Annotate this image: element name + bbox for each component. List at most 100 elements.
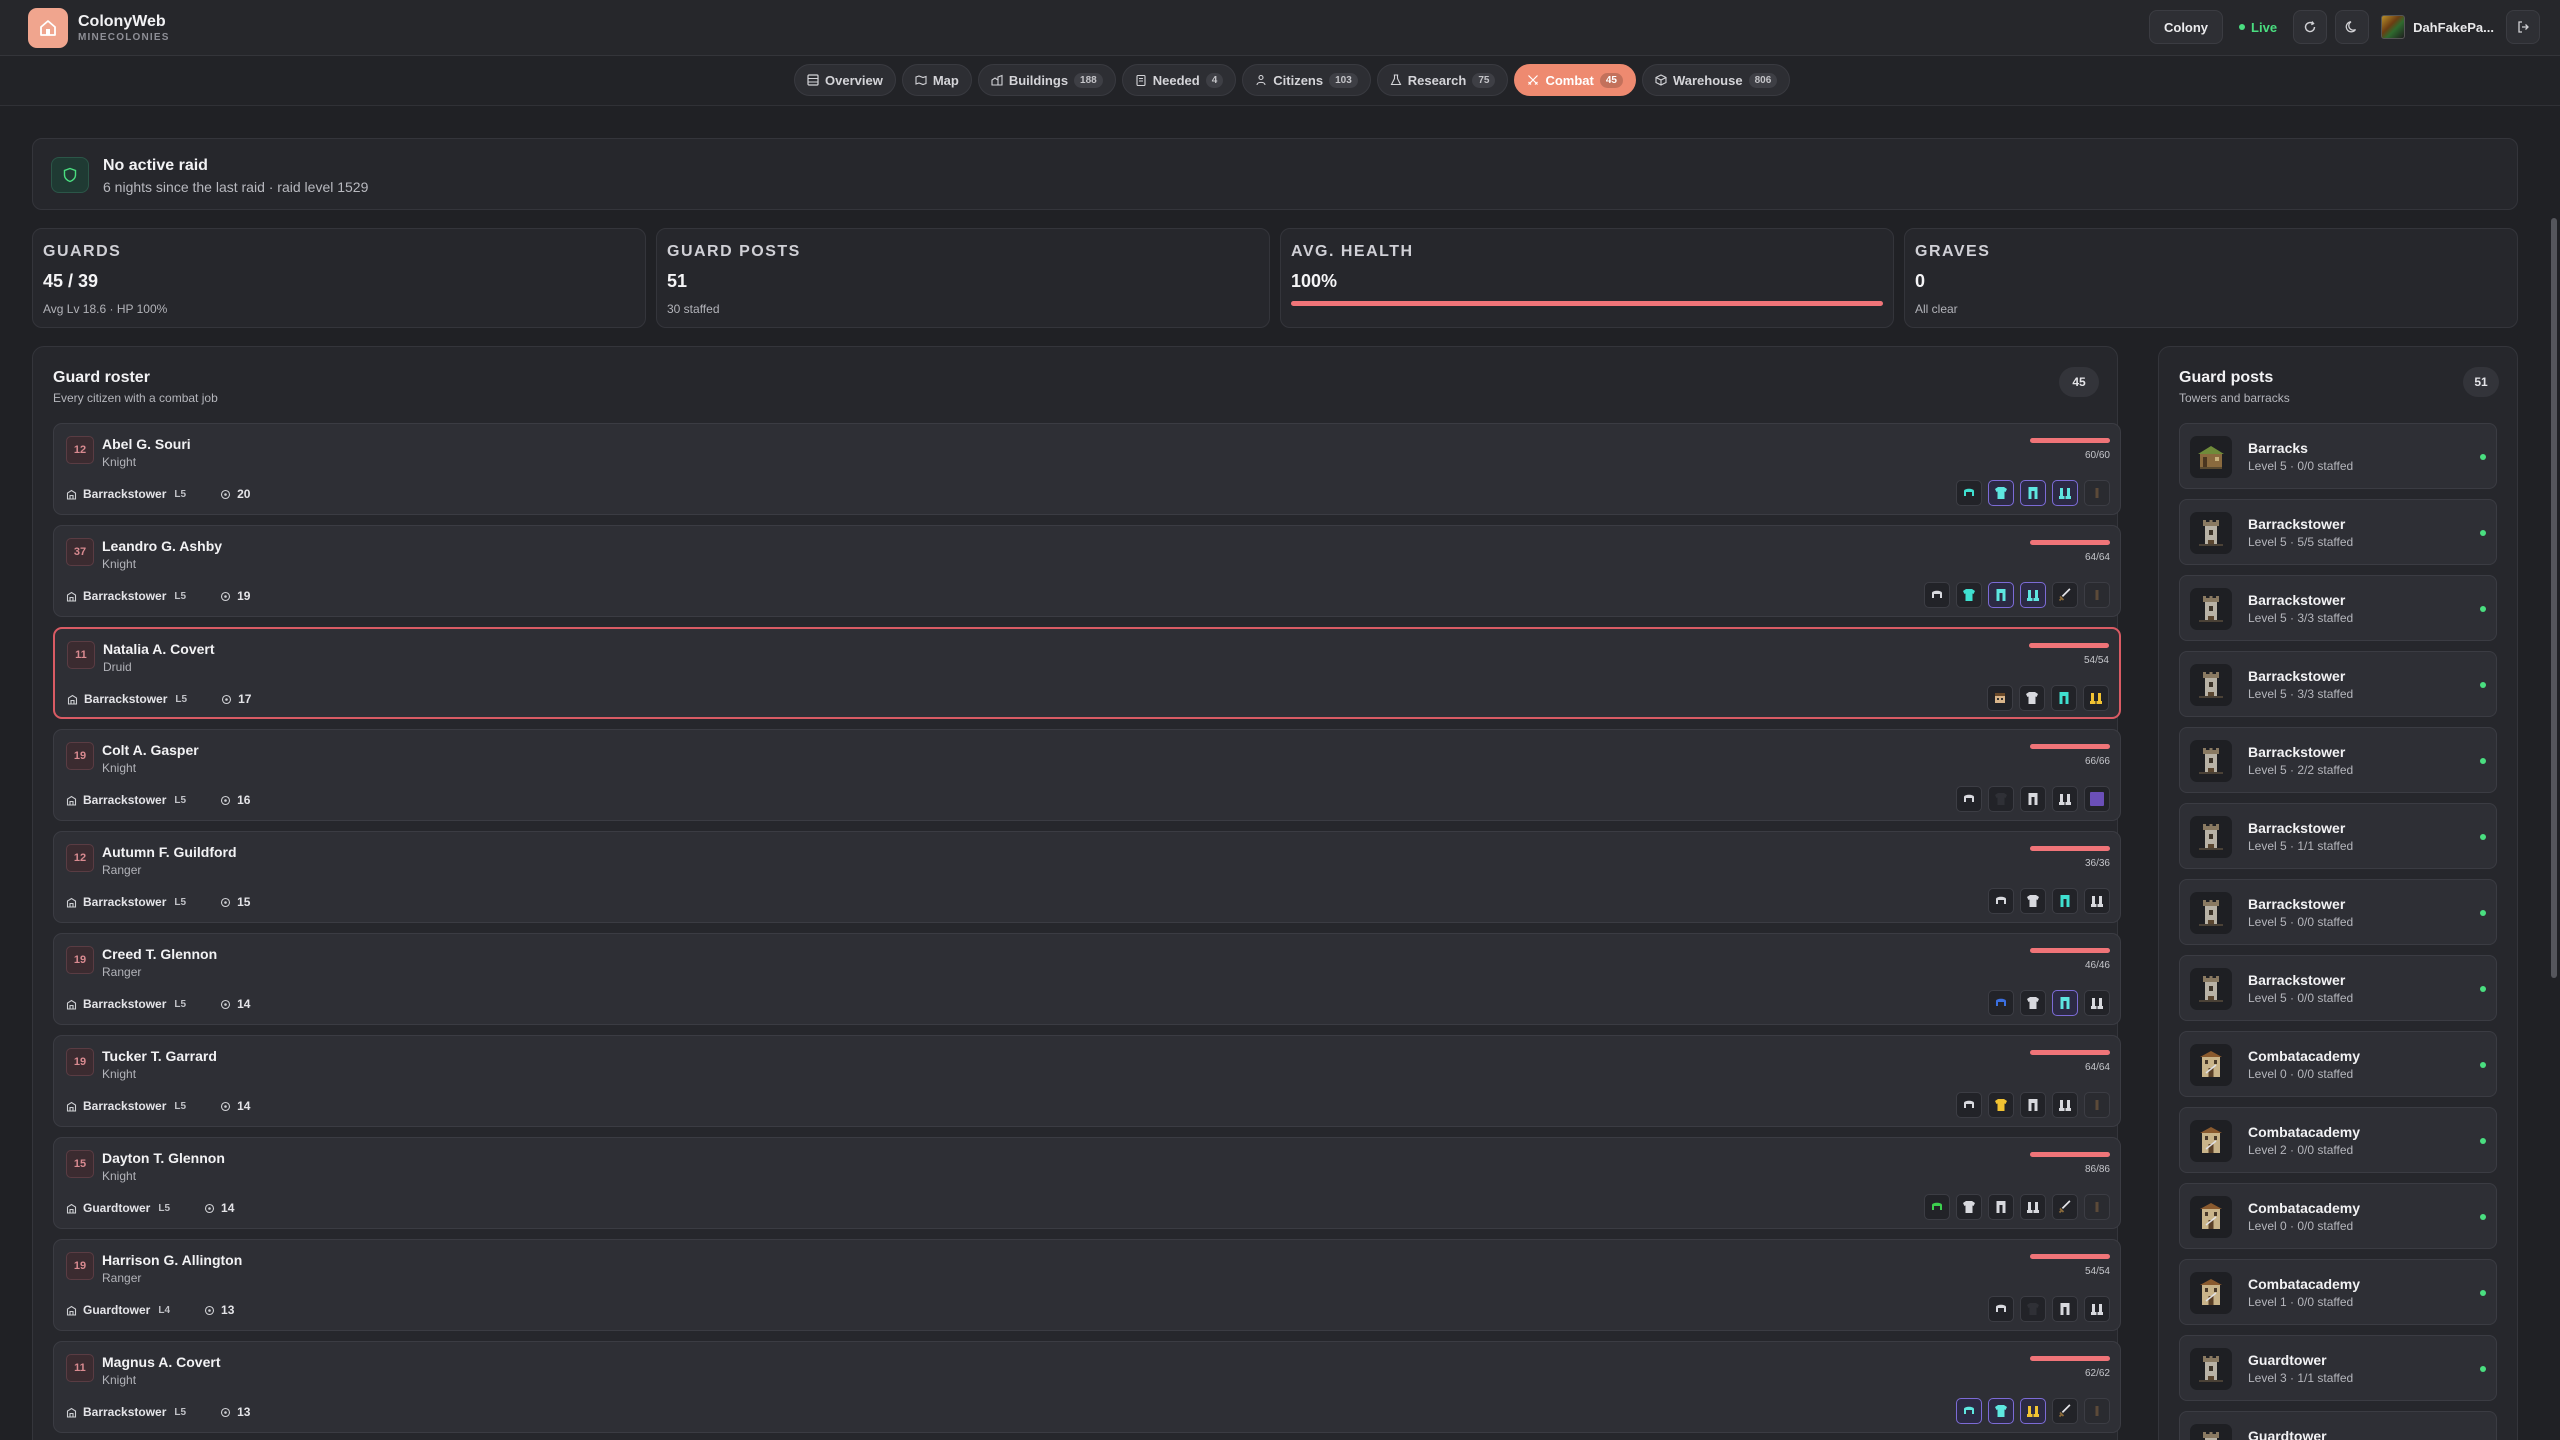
chest-iron-icon[interactable] xyxy=(1956,1194,1982,1220)
empty-icon[interactable] xyxy=(2084,1194,2110,1220)
legs-iron-icon[interactable] xyxy=(1988,1194,2014,1220)
legs-enchanted-icon[interactable] xyxy=(2020,480,2046,506)
guard-post-item[interactable]: Combatacademy Level 0 · 0/0 staffed xyxy=(2179,1031,2497,1097)
logout-button[interactable] xyxy=(2506,10,2540,44)
tab-needed[interactable]: Needed 4 xyxy=(1121,64,1237,96)
helmet-diamond-icon[interactable] xyxy=(1956,480,1982,506)
chest-iron-icon[interactable] xyxy=(2020,888,2046,914)
head-skin-icon[interactable] xyxy=(1987,685,2013,711)
guard-post-item[interactable]: Combatacademy Level 0 · 0/0 staffed xyxy=(2179,1183,2497,1249)
empty-icon[interactable] xyxy=(2084,582,2110,608)
empty-icon[interactable] xyxy=(2084,1398,2110,1424)
guard-post-item[interactable]: Barrackstower Level 5 · 5/5 staffed xyxy=(2179,499,2497,565)
guard-row[interactable]: 19 Creed T. Glennon Ranger Barrackstower L5 1… xyxy=(53,933,2121,1025)
guard-building[interactable]: Guardtower xyxy=(83,1303,150,1317)
chest-iron-icon[interactable] xyxy=(2020,990,2046,1016)
chest-dark-icon[interactable] xyxy=(2020,1296,2046,1322)
legs-iron-icon[interactable] xyxy=(2020,786,2046,812)
guard-row[interactable]: 12 Autumn F. Guildford Ranger Barrackstower… xyxy=(53,831,2121,923)
boots-iron-icon[interactable] xyxy=(2020,1194,2046,1220)
helmet-iron-icon[interactable] xyxy=(1988,1296,2014,1322)
legs-enchanted-icon[interactable] xyxy=(2052,990,2078,1016)
helmet-green-icon[interactable] xyxy=(1924,1194,1950,1220)
guard-building[interactable]: Barrackstower xyxy=(83,997,166,1011)
scrollbar[interactable] xyxy=(2548,106,2560,1440)
roster-title: Guard roster xyxy=(53,369,150,386)
helmet-enchanted-icon[interactable] xyxy=(1956,1398,1982,1424)
tab-research[interactable]: Research 75 xyxy=(1376,64,1509,96)
helmet-blue-icon[interactable] xyxy=(1988,990,2014,1016)
brand[interactable]: ColonyWeb MINECOLONIES xyxy=(28,8,170,48)
guard-building[interactable]: Barrackstower xyxy=(83,1405,166,1419)
guard-post-item[interactable]: Barrackstower Level 5 · 1/1 staffed xyxy=(2179,803,2497,869)
chest-enchanted-icon[interactable] xyxy=(1988,480,2014,506)
tab-citizens[interactable]: Citizens 103 xyxy=(1242,64,1371,96)
tab-overview[interactable]: Overview xyxy=(794,64,896,96)
helmet-iron-icon[interactable] xyxy=(1956,786,1982,812)
guard-building[interactable]: Barrackstower xyxy=(83,1099,166,1113)
scrollbar-thumb[interactable] xyxy=(2551,218,2557,978)
guard-post-item[interactable]: Barrackstower Level 5 · 0/0 staffed xyxy=(2179,879,2497,945)
boots-iron-icon[interactable] xyxy=(2084,888,2110,914)
guard-building[interactable]: Barrackstower xyxy=(83,487,166,501)
boots-iron-icon[interactable] xyxy=(2052,786,2078,812)
chest-iron-icon[interactable] xyxy=(2019,685,2045,711)
empty-icon[interactable] xyxy=(2084,1092,2110,1118)
guard-post-item[interactable]: Barrackstower Level 5 · 3/3 staffed xyxy=(2179,575,2497,641)
tab-warehouse[interactable]: Warehouse 806 xyxy=(1641,64,1791,96)
guard-post-item[interactable]: Barracks Level 5 · 0/0 staffed xyxy=(2179,423,2497,489)
guard-building[interactable]: Barrackstower xyxy=(83,895,166,909)
legs-enchanted-icon[interactable] xyxy=(1988,582,2014,608)
guard-building[interactable]: Barrackstower xyxy=(83,793,166,807)
legs-diamond-icon[interactable] xyxy=(2052,888,2078,914)
sword-icon[interactable] xyxy=(2052,1398,2078,1424)
boots-iron-icon[interactable] xyxy=(2084,1296,2110,1322)
guard-row[interactable]: 19 Tucker T. Garrard Knight Barrackstower L5… xyxy=(53,1035,2121,1127)
tab-combat[interactable]: Combat 45 xyxy=(1514,64,1636,96)
guard-row[interactable]: 15 Dayton T. Glennon Knight Guardtower L5 14 8… xyxy=(53,1137,2121,1229)
theme-toggle-button[interactable] xyxy=(2335,10,2370,44)
guard-row[interactable]: 11 Natalia A. Covert Druid Barrackstower L5 1… xyxy=(53,627,2121,719)
helmet-iron-icon[interactable] xyxy=(1988,888,2014,914)
guard-row[interactable]: 19 Harrison G. Allington Ranger Guardtower L… xyxy=(53,1239,2121,1331)
sword-icon[interactable] xyxy=(2052,582,2078,608)
guard-row[interactable]: 12 Abel G. Souri Knight Barrackstower L5 20 60… xyxy=(53,423,2121,515)
chest-enchanted-icon[interactable] xyxy=(1988,1398,2014,1424)
guard-post-item[interactable]: Barrackstower Level 5 · 2/2 staffed xyxy=(2179,727,2497,793)
boots-iron-icon[interactable] xyxy=(2052,1092,2078,1118)
guard-building[interactable]: Barrackstower xyxy=(83,589,166,603)
guard-row[interactable]: 37 Leandro G. Ashby Knight Barrackstower L5 1… xyxy=(53,525,2121,617)
shield-purple-icon[interactable] xyxy=(2084,786,2110,812)
chest-diamond-icon[interactable] xyxy=(1956,582,1982,608)
empty-icon[interactable] xyxy=(2084,480,2110,506)
legs-iron-icon[interactable] xyxy=(2052,1296,2078,1322)
chest-gold-icon[interactable] xyxy=(1988,1092,2014,1118)
boots-iron-icon[interactable] xyxy=(2084,990,2110,1016)
guard-row[interactable]: 19 Colt A. Gasper Knight Barrackstower L5 16 6… xyxy=(53,729,2121,821)
colony-button[interactable]: Colony xyxy=(2148,10,2224,44)
helmet-iron-icon[interactable] xyxy=(1956,1092,1982,1118)
user-menu[interactable]: DahFakePa... xyxy=(2377,10,2498,44)
academy-icon xyxy=(2190,1120,2232,1162)
legs-diamond-icon[interactable] xyxy=(2051,685,2077,711)
boots-gold-icon[interactable] xyxy=(2083,685,2109,711)
guard-post-item[interactable]: Combatacademy Level 1 · 0/0 staffed xyxy=(2179,1259,2497,1325)
boots-gold-enchanted-icon[interactable] xyxy=(2020,1398,2046,1424)
tab-map[interactable]: Map xyxy=(901,64,972,96)
legs-iron-icon[interactable] xyxy=(2020,1092,2046,1118)
chest-dark-icon[interactable] xyxy=(1988,786,2014,812)
guard-post-item[interactable]: Barrackstower Level 5 · 0/0 staffed xyxy=(2179,955,2497,1021)
tab-buildings[interactable]: Buildings 188 xyxy=(977,64,1116,96)
guard-post-item[interactable]: Guardtower xyxy=(2179,1411,2497,1440)
guard-post-item[interactable]: Combatacademy Level 2 · 0/0 staffed xyxy=(2179,1107,2497,1173)
helmet-iron-icon[interactable] xyxy=(1924,582,1950,608)
sword-icon[interactable] xyxy=(2052,1194,2078,1220)
guard-building[interactable]: Barrackstower xyxy=(84,692,167,706)
guard-row[interactable]: 11 Magnus A. Covert Knight Barrackstower L5 1… xyxy=(53,1341,2121,1433)
guard-building[interactable]: Guardtower xyxy=(83,1201,150,1215)
boots-enchanted-icon[interactable] xyxy=(2052,480,2078,506)
guard-post-item[interactable]: Guardtower Level 3 · 1/1 staffed xyxy=(2179,1335,2497,1401)
guard-post-item[interactable]: Barrackstower Level 5 · 3/3 staffed xyxy=(2179,651,2497,717)
boots-enchanted-icon[interactable] xyxy=(2020,582,2046,608)
refresh-button[interactable] xyxy=(2293,10,2328,44)
